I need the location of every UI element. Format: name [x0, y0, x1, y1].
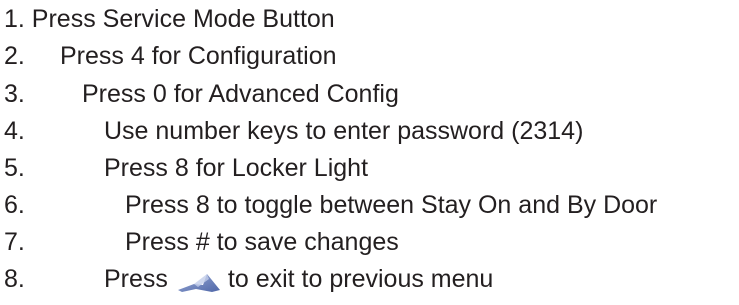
step-6-number: 6.	[4, 191, 25, 219]
step-3: 3. Press 0 for Advanced Config	[4, 75, 739, 113]
step-8-text: Press to exit to previous menu	[104, 260, 493, 298]
step-4-number: 4.	[4, 117, 25, 145]
step-8-number: 8.	[4, 265, 25, 293]
back-arrow-icon	[176, 267, 222, 292]
step-7: 7. Press # to save changes	[4, 223, 739, 261]
step-2-number: 2.	[4, 42, 25, 70]
step-4-text: Use number keys to enter password (2314)	[104, 117, 584, 145]
step-4: 4. Use number keys to enter password (23…	[4, 112, 739, 150]
step-8-text-after: to exit to previous menu	[227, 265, 494, 293]
step-1: 1. Press Service Mode Button	[4, 0, 739, 38]
step-2-text: Press 4 for Configuration	[60, 42, 337, 70]
step-6: 6. Press 8 to toggle between Stay On and…	[4, 186, 739, 224]
step-5-text: Press 8 for Locker Light	[104, 154, 369, 182]
step-8: 8. Press to exit to previous menu	[4, 260, 739, 298]
step-7-number: 7.	[4, 228, 25, 256]
instruction-list: 1. Press Service Mode Button 2. Press 4 …	[4, 0, 739, 304]
step-3-text: Press 0 for Advanced Config	[82, 80, 399, 108]
step-5-number: 5.	[4, 154, 25, 182]
step-6-text: Press 8 to toggle between Stay On and By…	[125, 191, 658, 219]
step-5: 5. Press 8 for Locker Light	[4, 149, 739, 187]
step-8-text-before: Press	[104, 265, 168, 293]
step-2: 2. Press 4 for Configuration	[4, 37, 739, 75]
step-3-number: 3.	[4, 80, 25, 108]
step-1-text: 1. Press Service Mode Button	[4, 5, 335, 33]
step-7-text: Press # to save changes	[125, 228, 399, 256]
